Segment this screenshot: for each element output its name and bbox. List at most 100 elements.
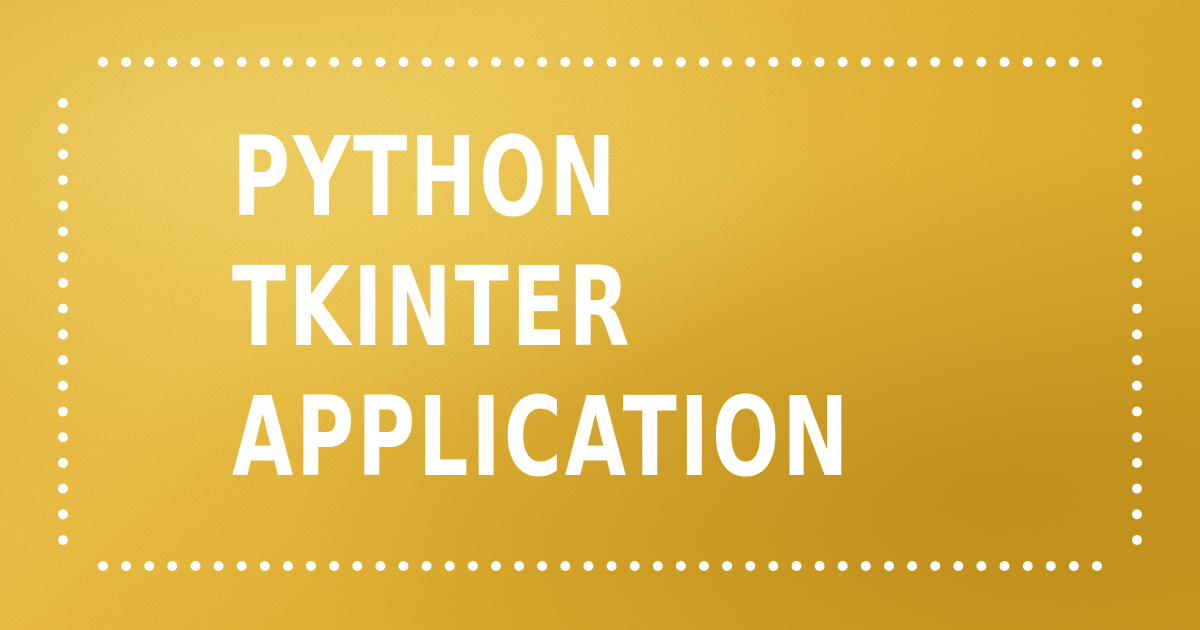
frame-dot xyxy=(213,561,224,571)
frame-dot xyxy=(58,432,68,443)
frame-dot xyxy=(907,57,918,67)
frame-dot xyxy=(213,57,224,67)
frame-dot xyxy=(768,57,779,67)
banner-canvas: PYTHON TKINTER APPLICATION xyxy=(0,0,1200,630)
frame-dot xyxy=(999,561,1010,571)
frame-dot xyxy=(699,57,709,67)
frame-dot xyxy=(121,561,132,571)
frame-dot xyxy=(58,252,68,263)
frame-dot xyxy=(58,406,68,417)
frame-dot xyxy=(1132,277,1142,288)
frame-dot xyxy=(398,561,409,571)
frame-dot xyxy=(537,57,548,67)
frame-dot xyxy=(444,561,455,571)
frame-dot xyxy=(1132,406,1142,417)
frame-dot xyxy=(167,57,178,67)
frame-dot xyxy=(236,561,247,571)
frame-dot xyxy=(1132,509,1142,520)
frame-dot xyxy=(236,57,247,67)
frame-dot xyxy=(1092,57,1102,67)
frame-dot xyxy=(675,57,686,67)
frame-dot xyxy=(1068,561,1079,571)
frame-dot xyxy=(306,561,316,571)
frame-dot xyxy=(907,561,918,571)
frame-dot xyxy=(606,561,617,571)
frame-dot xyxy=(583,561,594,571)
frame-dot xyxy=(58,123,68,134)
frame-dot xyxy=(259,57,270,67)
headline-line-2: TKINTER xyxy=(232,243,633,371)
headline-line-1: PYTHON xyxy=(232,113,619,241)
frame-dot xyxy=(1132,200,1142,211)
frame-dot xyxy=(560,561,571,571)
frame-dot xyxy=(1132,380,1142,391)
frame-dot xyxy=(190,561,201,571)
frame-dot xyxy=(1092,561,1102,571)
frame-dot xyxy=(467,561,478,571)
frame-dot xyxy=(1132,535,1142,545)
frame-dot xyxy=(1132,483,1142,494)
frame-dot xyxy=(58,535,68,545)
frame-dot xyxy=(1132,175,1142,186)
frame-dot xyxy=(745,561,756,571)
frame-dot xyxy=(768,561,779,571)
headline: PYTHON TKINTER APPLICATION xyxy=(232,112,851,502)
frame-dot xyxy=(1132,329,1142,340)
frame-dot xyxy=(398,57,409,67)
frame-dot xyxy=(1132,252,1142,263)
frame-dot xyxy=(58,483,68,494)
frame-dot xyxy=(375,561,386,571)
frame-dot xyxy=(884,57,894,67)
frame-dot xyxy=(930,561,941,571)
frame-dot xyxy=(699,561,709,571)
frame-dot xyxy=(329,57,340,67)
frame-dot xyxy=(976,57,987,67)
frame-dot xyxy=(1068,57,1079,67)
frame-dot xyxy=(860,561,871,571)
frame-dot xyxy=(860,57,871,67)
frame-dot xyxy=(514,561,525,571)
frame-dot xyxy=(58,149,68,160)
frame-dot xyxy=(58,457,68,468)
frame-dot xyxy=(421,561,432,571)
frame-dot xyxy=(514,57,525,67)
frame-dot xyxy=(98,561,108,571)
frame-dot xyxy=(352,561,363,571)
frame-dot xyxy=(675,561,686,571)
frame-dot xyxy=(58,509,68,520)
frame-dot xyxy=(837,561,848,571)
frame-dot xyxy=(652,561,663,571)
frame-dot xyxy=(1132,226,1142,237)
frame-dot xyxy=(745,57,756,67)
frame-dot xyxy=(953,561,964,571)
frame-dot xyxy=(1132,355,1142,366)
frame-dot xyxy=(190,57,201,67)
frame-dot xyxy=(282,57,293,67)
frame-dot xyxy=(58,303,68,314)
frame-dot xyxy=(1132,432,1142,443)
frame-dot xyxy=(58,380,68,391)
frame-dot xyxy=(58,226,68,237)
frame-dot xyxy=(560,57,571,67)
frame-dot xyxy=(652,57,663,67)
frame-dot xyxy=(722,561,733,571)
frame-dot xyxy=(58,277,68,288)
frame-dot xyxy=(606,57,617,67)
frame-dot xyxy=(444,57,455,67)
frame-dot xyxy=(1132,98,1142,108)
headline-line-3: APPLICATION xyxy=(232,373,852,501)
frame-dot xyxy=(144,57,155,67)
frame-dot xyxy=(1132,149,1142,160)
frame-dot xyxy=(999,57,1010,67)
frame-dot xyxy=(467,57,478,67)
frame-dot xyxy=(121,57,132,67)
frame-dot xyxy=(282,561,293,571)
frame-dot xyxy=(144,561,155,571)
frame-dot xyxy=(1022,561,1033,571)
frame-dot xyxy=(491,561,501,571)
frame-dot xyxy=(58,98,68,108)
frame-dot xyxy=(930,57,941,67)
frame-dot xyxy=(583,57,594,67)
frame-dot xyxy=(352,57,363,67)
frame-dot xyxy=(167,561,178,571)
